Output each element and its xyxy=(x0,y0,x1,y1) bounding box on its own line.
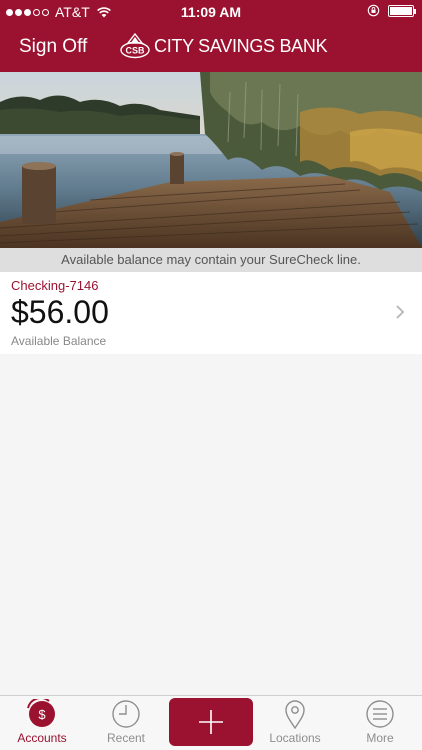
tab-accounts[interactable]: $ Accounts xyxy=(0,696,84,750)
tab-more[interactable]: More xyxy=(338,696,422,750)
add-button[interactable] xyxy=(169,698,253,746)
sign-off-button[interactable]: Sign Off xyxy=(19,36,87,58)
hero-image xyxy=(0,72,422,248)
status-bar-right xyxy=(367,4,416,17)
battery-icon xyxy=(388,4,416,17)
tab-label-locations: Locations xyxy=(269,731,321,745)
surecheck-notice: Available balance may contain your SureC… xyxy=(0,248,422,272)
clock-icon xyxy=(112,700,140,728)
tab-label-accounts: Accounts xyxy=(17,731,67,745)
bank-name: CITY SAVINGS BANK xyxy=(154,35,328,56)
tab-recent[interactable]: Recent xyxy=(84,696,168,750)
csb-logo-icon: CSB xyxy=(120,33,150,59)
tab-label-more: More xyxy=(366,731,394,745)
lake-dock-photo xyxy=(0,72,422,248)
svg-text:CSB: CSB xyxy=(125,46,145,56)
tab-locations[interactable]: Locations xyxy=(253,696,337,750)
app-header: AT&T 11:09 AM Sign Off CSB CITY SAVINGS … xyxy=(0,0,422,72)
svg-text:$: $ xyxy=(38,707,46,722)
dollar-coin-icon: $ xyxy=(27,699,55,727)
chevron-right-icon xyxy=(396,305,405,319)
account-balance-label: Available Balance xyxy=(11,334,107,348)
account-row-checking[interactable]: Checking-7146 $56.00 Available Balance xyxy=(0,272,422,354)
map-pin-icon xyxy=(285,700,305,729)
status-bar: AT&T 11:09 AM xyxy=(0,0,422,24)
tab-label-recent: Recent xyxy=(106,731,146,745)
menu-lines-icon xyxy=(366,700,394,728)
status-time: 11:09 AM xyxy=(180,4,242,20)
rotation-lock-icon xyxy=(367,4,380,17)
plus-icon xyxy=(199,710,223,734)
bank-logo: CSB CITY SAVINGS BANK xyxy=(120,33,328,59)
account-name: Checking-7146 xyxy=(11,278,99,293)
account-balance: $56.00 xyxy=(11,294,109,330)
